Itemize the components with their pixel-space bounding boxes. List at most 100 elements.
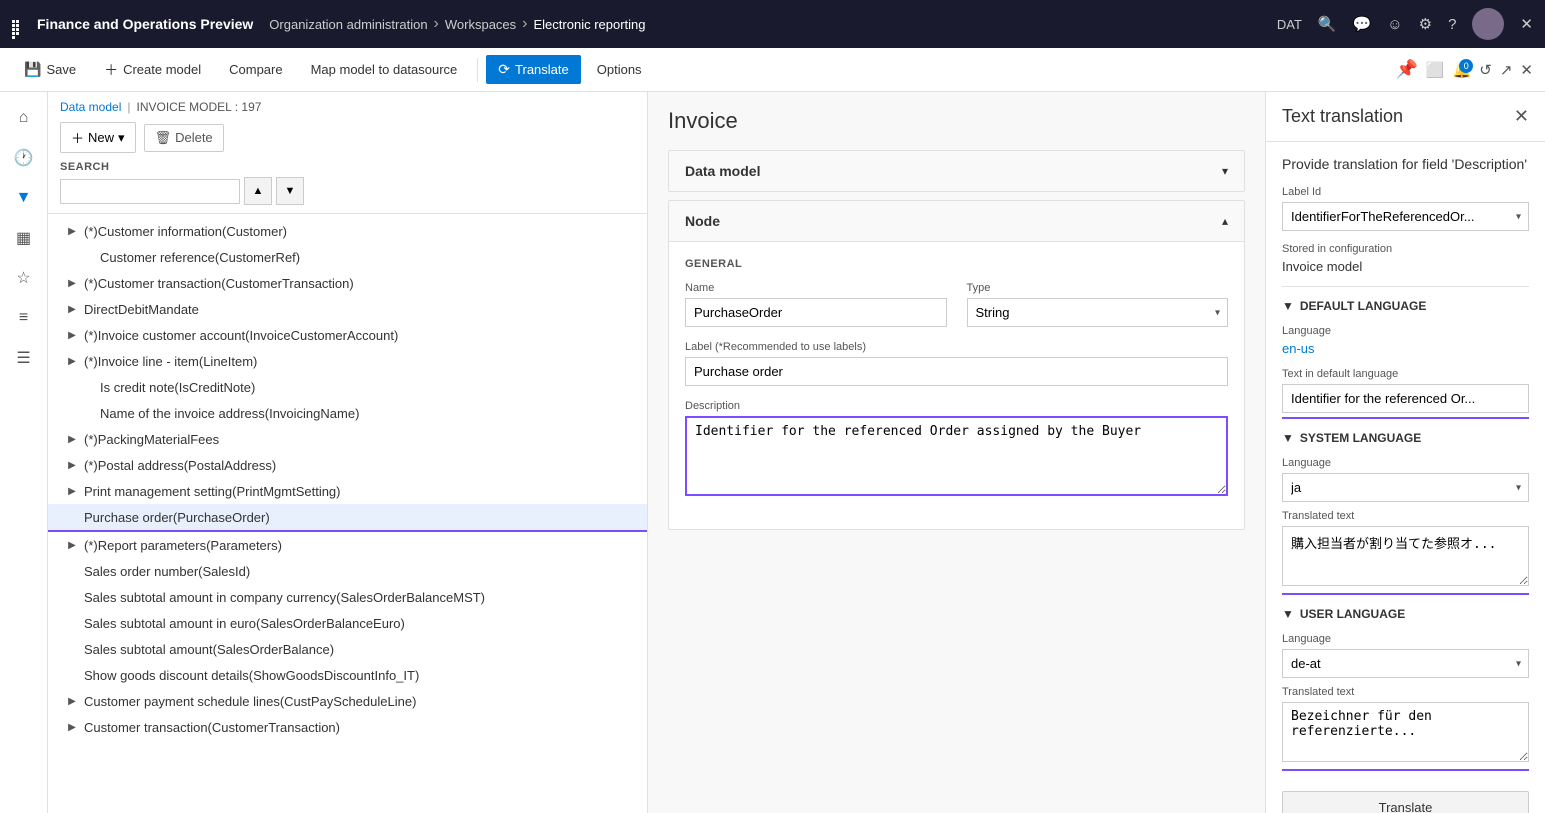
- tree-item[interactable]: Sales subtotal amount in company currenc…: [48, 584, 647, 610]
- right-panel-close-btn[interactable]: ✕: [1514, 106, 1529, 127]
- expand-btn[interactable]: ⬜: [1426, 61, 1445, 79]
- map-model-button[interactable]: Map model to datasource: [299, 56, 470, 83]
- sidebar-favorites-icon[interactable]: ☆: [6, 260, 42, 296]
- tree-item[interactable]: ▶(*)Customer transaction(CustomerTransac…: [48, 270, 647, 296]
- sidebar-list-icon[interactable]: ≡: [6, 300, 42, 336]
- tree-item-label: Sales subtotal amount in company currenc…: [84, 590, 485, 605]
- search-up-btn[interactable]: ▲: [244, 177, 272, 205]
- sidebar-hamburger-icon[interactable]: ☰: [6, 340, 42, 376]
- avatar[interactable]: [1472, 8, 1504, 40]
- type-select[interactable]: String: [967, 298, 1229, 327]
- tree-item[interactable]: ▶(*)Invoice customer account(InvoiceCust…: [48, 322, 647, 348]
- system-language-header[interactable]: ▼ SYSTEM LANGUAGE: [1282, 431, 1529, 445]
- user-lang-select[interactable]: de-at: [1282, 649, 1529, 678]
- help-btn[interactable]: ?: [1448, 16, 1456, 33]
- sidebar-home-icon[interactable]: ⌂: [6, 100, 42, 136]
- breadcrumb-data-model[interactable]: Data model: [60, 100, 121, 114]
- search-input[interactable]: [60, 179, 240, 204]
- expand-icon[interactable]: ▶: [64, 693, 80, 709]
- search-btn[interactable]: 🔍: [1318, 15, 1337, 33]
- expand-icon[interactable]: ▶: [64, 327, 80, 343]
- data-model-accordion-header[interactable]: Data model ▾: [669, 151, 1244, 191]
- chat-btn[interactable]: 💬: [1353, 15, 1372, 33]
- tree-item[interactable]: ▶(*)Customer information(Customer): [48, 218, 647, 244]
- main-content: Invoice Data model ▾ Node ▴ GENERAL Name: [648, 92, 1265, 813]
- expand-icon[interactable]: ▶: [64, 719, 80, 735]
- rp-label-id-select[interactable]: IdentifierForTheReferencedOr...: [1282, 202, 1529, 231]
- rp-subtitle: Provide translation for field 'Descripti…: [1282, 156, 1529, 172]
- expand-icon[interactable]: ▶: [64, 431, 80, 447]
- refresh-btn[interactable]: ↺: [1479, 61, 1492, 79]
- system-translated-textarea[interactable]: [1282, 526, 1529, 586]
- user-language-header[interactable]: ▼ USER LANGUAGE: [1282, 607, 1529, 621]
- close-window-btn[interactable]: ✕: [1520, 15, 1533, 33]
- tree-item[interactable]: ▶Customer payment schedule lines(CustPay…: [48, 688, 647, 714]
- tree-toolbar: ＋ New ▾ 🗑 Delete: [60, 122, 635, 153]
- tree-item[interactable]: ▶(*)PackingMaterialFees: [48, 426, 647, 452]
- main-layout: ⌂ 🕐 ▼ ▦ ☆ ≡ ☰ Data model | INVOICE MODEL…: [0, 92, 1545, 813]
- open-new-btn[interactable]: ↗: [1500, 61, 1513, 79]
- sidebar-recent-icon[interactable]: 🕐: [6, 140, 42, 176]
- search-section: SEARCH ▲ ▼: [60, 161, 635, 205]
- expand-icon[interactable]: ▶: [64, 483, 80, 499]
- description-textarea[interactable]: [685, 416, 1228, 496]
- name-input[interactable]: [685, 298, 947, 327]
- expand-icon[interactable]: ▶: [64, 537, 80, 553]
- tree-item[interactable]: Sales order number(SalesId): [48, 558, 647, 584]
- settings-btn[interactable]: ⚙: [1419, 15, 1432, 33]
- expand-icon[interactable]: ▶: [64, 223, 80, 239]
- pin-btn[interactable]: 📌: [1395, 59, 1417, 80]
- user-translated-textarea[interactable]: [1282, 702, 1529, 762]
- options-button[interactable]: Options: [585, 56, 654, 83]
- expand-icon[interactable]: ▶: [64, 353, 80, 369]
- system-lang-label: Language: [1282, 457, 1529, 469]
- system-lang-collapse-icon: ▼: [1282, 431, 1294, 445]
- tree-item[interactable]: Sales subtotal amount(SalesOrderBalance): [48, 636, 647, 662]
- node-accordion-body: GENERAL Name Type String ▾: [669, 242, 1244, 529]
- default-lang-value[interactable]: en-us: [1282, 341, 1529, 356]
- tree-item[interactable]: Show goods discount details(ShowGoodsDis…: [48, 662, 647, 688]
- create-model-button[interactable]: ＋ Create model: [92, 54, 213, 86]
- expand-icon[interactable]: ▶: [64, 275, 80, 291]
- tree-item[interactable]: Name of the invoice address(InvoicingNam…: [48, 400, 647, 426]
- notification-wrapper: 🔔 0: [1453, 61, 1472, 79]
- tree-item[interactable]: Purchase order(PurchaseOrder): [48, 504, 647, 532]
- tree-item[interactable]: ▶DirectDebitMandate: [48, 296, 647, 322]
- default-text-underline: [1282, 417, 1529, 419]
- nav-electronic-reporting[interactable]: Electronic reporting: [534, 17, 646, 32]
- tree-item[interactable]: ▶(*)Postal address(PostalAddress): [48, 452, 647, 478]
- close-panel-btn[interactable]: ✕: [1520, 61, 1533, 79]
- description-row: Description: [685, 400, 1228, 499]
- tree-item[interactable]: ▶Customer transaction(CustomerTransactio…: [48, 714, 647, 740]
- sidebar-table-icon[interactable]: ▦: [6, 220, 42, 256]
- translate-btn[interactable]: Translate: [1282, 791, 1529, 813]
- search-down-btn[interactable]: ▼: [276, 177, 304, 205]
- compare-button[interactable]: Compare: [217, 56, 294, 83]
- tree-item[interactable]: ▶(*)Invoice line - item(LineItem): [48, 348, 647, 374]
- sidebar-filter-icon[interactable]: ▼: [6, 180, 42, 216]
- expand-icon[interactable]: ▶: [64, 301, 80, 317]
- tree-item[interactable]: ▶(*)Report parameters(Parameters): [48, 532, 647, 558]
- breadcrumb-sep: |: [127, 100, 130, 114]
- default-text-input[interactable]: [1282, 384, 1529, 413]
- expand-icon[interactable]: ▶: [64, 457, 80, 473]
- tree-item[interactable]: Sales subtotal amount in euro(SalesOrder…: [48, 610, 647, 636]
- system-text-underline: [1282, 593, 1529, 595]
- translate-button[interactable]: ⟳ Translate: [486, 55, 580, 84]
- save-button[interactable]: 💾 Save: [12, 55, 88, 84]
- tree-item-label: Customer reference(CustomerRef): [100, 250, 300, 265]
- nav-org-admin[interactable]: Organization administration: [269, 17, 427, 32]
- new-button[interactable]: ＋ New ▾: [60, 122, 136, 153]
- tree-item[interactable]: Is credit note(IsCreditNote): [48, 374, 647, 400]
- delete-button[interactable]: 🗑 Delete: [144, 124, 224, 152]
- default-language-header[interactable]: ▼ DEFAULT LANGUAGE: [1282, 299, 1529, 313]
- label-input[interactable]: [685, 357, 1228, 386]
- node-accordion-header[interactable]: Node ▴: [669, 201, 1244, 242]
- top-nav: Organization administration › Workspaces…: [269, 15, 645, 33]
- emoji-btn[interactable]: ☺: [1387, 16, 1402, 33]
- system-lang-select[interactable]: ja: [1282, 473, 1529, 502]
- apps-grid-icon[interactable]: [12, 20, 21, 29]
- tree-item[interactable]: ▶Print management setting(PrintMgmtSetti…: [48, 478, 647, 504]
- nav-workspaces[interactable]: Workspaces: [445, 17, 516, 32]
- tree-item[interactable]: Customer reference(CustomerRef): [48, 244, 647, 270]
